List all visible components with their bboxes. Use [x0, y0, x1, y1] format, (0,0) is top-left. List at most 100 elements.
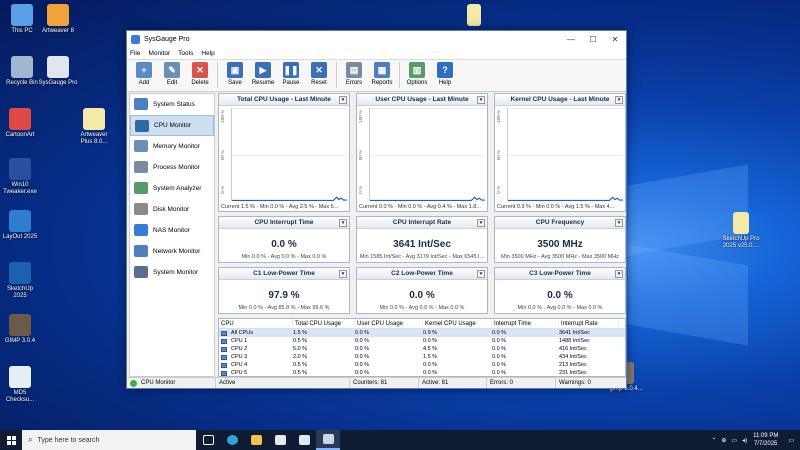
table-row[interactable]: CPU 1 0.5 % 0.0 % 0.0 % 0.0 % 1488 Int/Sec	[219, 337, 625, 345]
system-status-icon	[134, 98, 148, 110]
task-view-button[interactable]	[196, 430, 220, 450]
sidebar-item-system-monitor[interactable]: System Monitor	[130, 262, 214, 283]
edit-button[interactable]: ✎ Edit	[158, 62, 186, 86]
cell-text: 231 Int/Sec	[559, 370, 587, 376]
computer-icon	[11, 4, 33, 26]
table-cell: 0.0 %	[492, 354, 559, 360]
chart-title-text: Kernel CPU Usage - Last Minute	[510, 96, 610, 103]
dropdown-icon[interactable]: ▾	[477, 270, 485, 278]
desktop-icon-this-pc[interactable]: This PC	[2, 4, 42, 35]
table-cell: 416 Int/Sec	[559, 346, 619, 352]
stat-panel: CPU Frequency ▾ 3500 MHz Min 3500 MHz - Avg…	[494, 216, 626, 263]
mail-button[interactable]	[292, 430, 316, 450]
dropdown-icon[interactable]: ▾	[615, 270, 623, 278]
menu-tools[interactable]: Tools	[178, 50, 193, 57]
network-icon[interactable]: ⊕	[721, 437, 726, 444]
column-header[interactable]: Interrupt Rate	[559, 319, 619, 328]
column-header[interactable]: Total CPU Usage	[293, 319, 355, 328]
dropdown-icon[interactable]: ▾	[615, 96, 623, 104]
save-button[interactable]: ▣ Save	[221, 62, 249, 86]
desktop-icon-artweaver[interactable]: Artweaver 8	[38, 4, 78, 35]
desktop-icon-sketchup-pro[interactable]: SketchUp Pro 2025 v25.0....	[718, 212, 764, 250]
menu-file[interactable]: File	[130, 50, 140, 57]
help-button[interactable]: ? Help	[431, 62, 459, 86]
dropdown-icon[interactable]: ▾	[615, 219, 623, 227]
taskbar-search[interactable]: ⌕ Type here to search	[22, 430, 196, 450]
pause-button[interactable]: ❚❚ Pause	[277, 62, 305, 86]
desktop-icon-gimp[interactable]: GIMP 3.0.4	[0, 314, 40, 345]
column-header[interactable]: User CPU Usage	[355, 319, 423, 328]
store-button[interactable]	[268, 430, 292, 450]
desktop-icon-file-top[interactable]	[454, 4, 494, 28]
title-bar[interactable]: SysGauge Pro — ☐ ✕	[127, 31, 626, 47]
options-button[interactable]: ▥ Options	[403, 62, 431, 86]
dropdown-icon[interactable]: ▾	[339, 96, 347, 104]
file-icon	[467, 4, 481, 26]
dropdown-icon[interactable]: ▾	[339, 270, 347, 278]
toolbar-separator	[336, 62, 337, 88]
add-button[interactable]: + Add	[130, 62, 158, 86]
desktop-icon-recycle-bin[interactable]: Recycle Bin	[2, 56, 42, 87]
table-cell: 0.0 %	[492, 362, 559, 368]
volume-icon[interactable]: ◂)	[742, 437, 747, 444]
column-header[interactable]: Interrupt Time	[492, 319, 559, 328]
dropdown-icon[interactable]: ▾	[477, 96, 485, 104]
menu-monitor[interactable]: Monitor	[148, 50, 170, 57]
usage-line	[232, 108, 347, 201]
cell-text: 0.0 %	[492, 370, 507, 376]
cpu-table: CPU Total CPU Usage User CPU Usage Kernel C…	[218, 318, 626, 377]
clock[interactable]: 11:09 PM 7/7/2025	[753, 432, 778, 448]
delete-button[interactable]: ✕ Delete	[186, 62, 214, 86]
desktop-icon-cartoonart[interactable]: CartoonArt	[0, 108, 40, 139]
maximize-button[interactable]: ☐	[582, 35, 604, 44]
file-explorer-button[interactable]	[244, 430, 268, 450]
sidebar-item-system-status[interactable]: System Status	[130, 94, 214, 115]
menu-help[interactable]: Help	[201, 50, 214, 57]
desktop-icon-win10-tweaker[interactable]: Win10 Tweaker.exe	[0, 158, 40, 196]
battery-icon[interactable]: ▭	[731, 437, 737, 444]
delete-icon: ✕	[192, 62, 208, 78]
sidebar-item-memory-monitor[interactable]: Memory Monitor	[130, 136, 214, 157]
table-row[interactable]: All CPUs 1.5 % 0.0 % 0.9 % 0.0 % 3641 Int/Sec	[219, 329, 625, 337]
sidebar-item-process-monitor[interactable]: Process Monitor	[130, 157, 214, 178]
desktop-icon-layout[interactable]: LayOut 2025	[0, 210, 40, 241]
sidebar-item-disk-monitor[interactable]: Disk Monitor	[130, 199, 214, 220]
cell-text: 0.9 %	[423, 330, 438, 336]
edit-label: Edit	[166, 80, 178, 86]
start-button[interactable]	[0, 430, 22, 450]
sidebar-item-cpu-monitor[interactable]: CPU Monitor	[130, 115, 214, 136]
desktop-icon-md5[interactable]: MD5 Checksu...	[0, 366, 40, 404]
column-header[interactable]: CPU	[219, 319, 293, 328]
close-button[interactable]: ✕	[604, 35, 626, 44]
table-row[interactable]: CPU 3 2.0 % 0.0 % 1.5 % 0.0 % 434 Int/Sec	[219, 353, 625, 361]
reset-button[interactable]: ✕ Reset	[305, 62, 333, 86]
sysgauge-icon	[322, 434, 334, 444]
process-monitor-icon	[134, 161, 148, 173]
errors-button[interactable]: ▤ Errors	[340, 62, 368, 86]
edge-button[interactable]	[220, 430, 244, 450]
dropdown-icon[interactable]: ▾	[339, 219, 347, 227]
minimize-button[interactable]: —	[560, 35, 582, 44]
cell-text: 0.0 %	[492, 330, 507, 336]
sidebar-item-system-analyzer[interactable]: System Analyzer	[130, 178, 214, 199]
folder-icon	[250, 435, 262, 445]
sidebar-item-label: CPU Monitor	[154, 122, 192, 129]
desktop-icon-sysgauge[interactable]: SysGauge Pro	[38, 56, 78, 87]
reports-button[interactable]: ▦ Reports	[368, 62, 396, 86]
desktop-icon-artweaver-plus[interactable]: Artweaver Plus 8.0...	[74, 108, 114, 146]
notifications-icon[interactable]: ▭	[788, 437, 794, 444]
sysgauge-taskbar-button[interactable]	[316, 430, 340, 450]
table-row[interactable]: CPU 4 0.5 % 0.0 % 0.0 % 0.0 % 213 Int/Sec	[219, 361, 625, 369]
table-cell: 0.0 %	[492, 330, 559, 336]
desktop-icon-sketchup[interactable]: SketchUp 2025	[0, 262, 40, 300]
table-row[interactable]: CPU 5 0.5 % 0.0 % 0.0 % 0.0 % 231 Int/Sec	[219, 369, 625, 376]
table-row[interactable]: CPU 2 5.0 % 0.0 % 4.5 % 0.0 % 416 Int/Sec	[219, 345, 625, 353]
resume-button[interactable]: ▶ Resume	[249, 62, 277, 86]
app-icon	[131, 34, 140, 44]
column-header[interactable]: Kernel CPU Usage	[423, 319, 492, 328]
sidebar-item-nas-monitor[interactable]: NAS Monitor	[130, 220, 214, 241]
dropdown-icon[interactable]: ▾	[477, 219, 485, 227]
md5-icon	[9, 366, 31, 388]
sidebar-item-network-monitor[interactable]: Network Monitor	[130, 241, 214, 262]
chevron-up-icon[interactable]: ⌃	[711, 437, 716, 444]
